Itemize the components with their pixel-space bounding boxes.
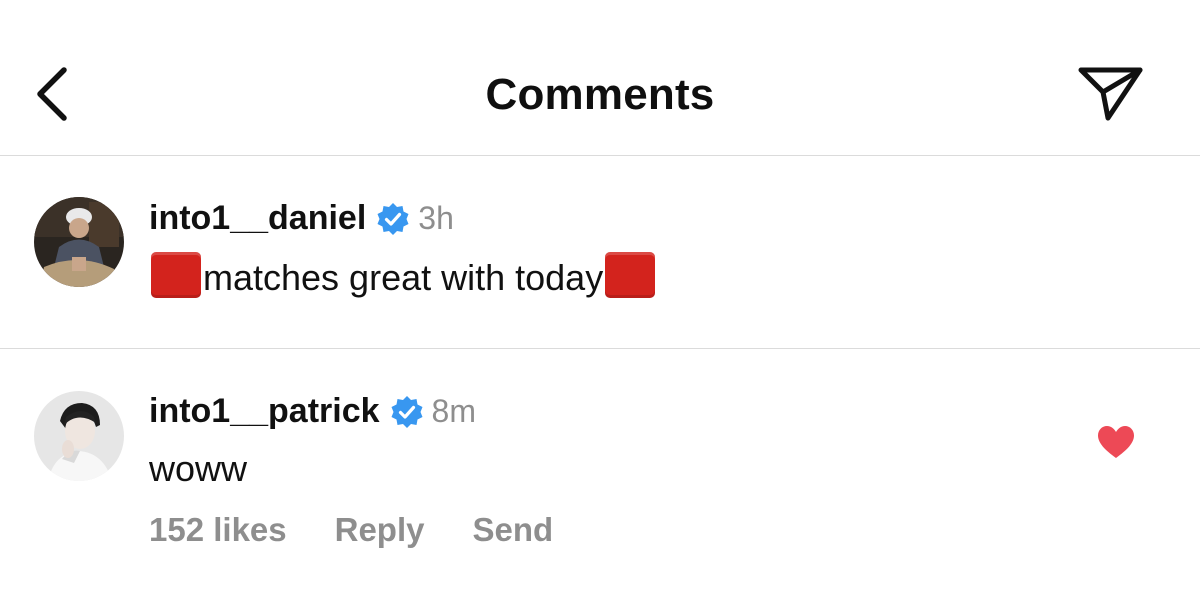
share-button[interactable] — [1076, 62, 1144, 124]
comment-time: 3h — [418, 200, 454, 236]
heart-icon[interactable] — [1097, 425, 1135, 459]
username[interactable]: into1__patrick — [149, 392, 380, 431]
username[interactable]: into1__daniel — [149, 199, 366, 238]
comment-body: matches great with today — [203, 257, 604, 298]
comments-header: Comments — [0, 0, 1200, 156]
red-square-emoji-icon — [151, 252, 201, 298]
avatar[interactable] — [34, 197, 124, 287]
page-title: Comments — [485, 70, 715, 119]
verified-badge-icon — [391, 395, 423, 428]
comment-meta: into1__daniel 3h — [149, 199, 454, 238]
comment-item: into1__patrick 8m woww 152 likes Reply S… — [0, 349, 1200, 612]
comment-time: 8m — [431, 393, 476, 429]
paper-plane-icon — [1078, 67, 1143, 121]
comment-item: into1__daniel 3h matches great with toda… — [0, 155, 1200, 348]
red-square-emoji-icon — [605, 252, 656, 298]
comment-meta: into1__patrick 8m — [149, 392, 476, 431]
reply-button[interactable]: Reply — [335, 511, 425, 549]
comment-actions: 152 likes Reply Send — [149, 511, 553, 549]
comment-text: matches great with today — [149, 252, 657, 299]
avatar[interactable] — [34, 391, 124, 481]
likes-count[interactable]: 152 likes — [149, 511, 287, 549]
comment-body: woww — [149, 448, 248, 489]
send-button[interactable]: Send — [473, 511, 554, 549]
verified-badge-icon — [377, 202, 409, 235]
